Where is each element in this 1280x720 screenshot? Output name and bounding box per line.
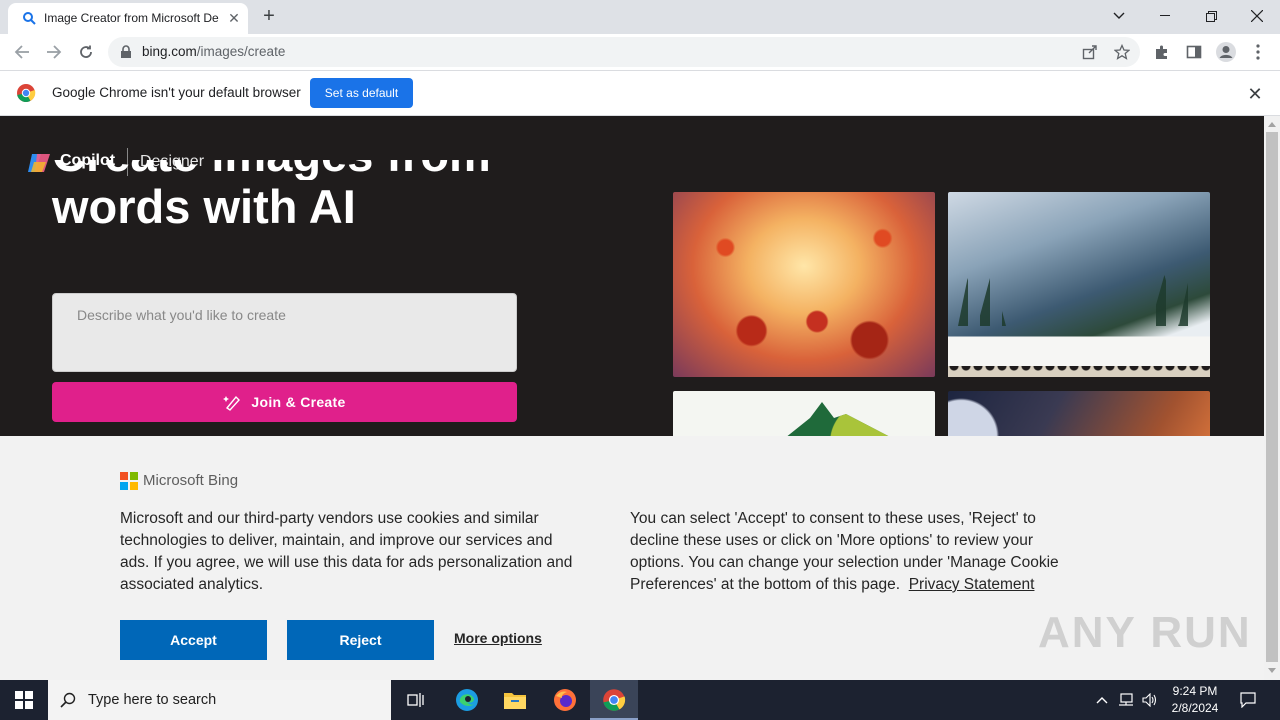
taskbar-file-explorer[interactable] (491, 680, 539, 720)
example-image-snowy-village[interactable] (948, 192, 1210, 377)
chevron-down-icon (1113, 12, 1125, 19)
join-create-button[interactable]: Join & Create (52, 382, 517, 422)
edge-icon (456, 689, 478, 711)
search-icon (23, 12, 36, 25)
scrollbar-thumb[interactable] (1266, 132, 1278, 662)
bookmark-star-icon[interactable] (1114, 44, 1130, 60)
minimize-icon (1160, 15, 1170, 16)
clock-time[interactable]: 9:24 PM (1160, 684, 1230, 698)
arrow-left-icon (14, 45, 29, 59)
prompt-input[interactable]: Describe what you'd like to create (52, 293, 517, 372)
reject-button[interactable]: Reject (287, 620, 434, 660)
search-icon (60, 692, 76, 708)
accept-button[interactable]: Accept (120, 620, 267, 660)
lock-icon (121, 45, 131, 58)
chrome-logo-icon (17, 84, 36, 103)
menu-button[interactable] (1244, 38, 1272, 66)
join-create-label: Join & Create (251, 394, 346, 410)
arrow-right-icon (47, 45, 62, 59)
tab-search-button[interactable] (1096, 0, 1142, 32)
task-view-icon (407, 693, 424, 707)
sparkle-brush-icon (223, 395, 241, 411)
example-image-lanterns[interactable] (673, 192, 935, 377)
taskbar-edge[interactable] (443, 680, 491, 720)
taskbar-chrome[interactable] (590, 680, 638, 720)
chevron-up-icon (1096, 697, 1108, 704)
extensions-button[interactable] (1148, 38, 1176, 66)
privacy-statement-link[interactable]: Privacy Statement (909, 576, 1035, 593)
page-title: Create images from words with AI (52, 160, 592, 236)
url-text: bing.com/images/create (142, 44, 286, 59)
microsoft-logo-icon (120, 472, 138, 490)
cookie-description: Microsoft and our third-party vendors us… (120, 510, 573, 593)
profile-button[interactable] (1212, 38, 1240, 66)
page-title-line1: Create images from (52, 160, 592, 180)
network-button[interactable] (1116, 690, 1136, 710)
task-view-button[interactable] (392, 680, 440, 720)
restore-icon (1205, 10, 1217, 22)
reload-button[interactable] (72, 38, 100, 66)
share-icon[interactable] (1082, 44, 1098, 60)
tab-title: Image Creator from Microsoft De (44, 11, 219, 25)
example-image-space[interactable] (948, 391, 1210, 441)
scroll-up-icon[interactable] (1268, 122, 1276, 127)
taskbar-search-box[interactable]: Type here to search (48, 680, 391, 720)
stamp-edge-decoration (948, 366, 1210, 377)
start-button[interactable] (0, 680, 48, 720)
notifications-button[interactable] (1238, 690, 1258, 710)
close-window-button[interactable] (1234, 0, 1280, 32)
side-panel-button[interactable] (1180, 38, 1208, 66)
folder-icon (504, 693, 526, 709)
speaker-icon (1142, 693, 1157, 707)
volume-button[interactable] (1140, 690, 1160, 710)
restore-button[interactable] (1188, 0, 1234, 32)
cookie-options-text: You can select 'Accept' to consent to th… (630, 510, 1059, 593)
show-hidden-icons-button[interactable] (1092, 690, 1112, 710)
default-browser-infobar: Google Chrome isn't your default browser… (0, 71, 1280, 116)
windows-taskbar: Type here to search 9:24 PM 2/8/2024 (0, 680, 1280, 720)
anyrun-watermark: ANY RUN (1038, 608, 1252, 657)
minimize-button[interactable] (1142, 0, 1188, 32)
set-default-button[interactable]: Set as default (310, 78, 413, 108)
avatar-icon (1216, 42, 1236, 62)
reload-icon (80, 45, 92, 58)
puzzle-icon (1156, 45, 1167, 59)
browser-tab[interactable]: Image Creator from Microsoft De ✕ (8, 3, 248, 34)
taskbar-firefox[interactable] (541, 680, 589, 720)
side-panel-icon (1186, 45, 1202, 59)
page-title-line2: words with AI (52, 180, 356, 233)
back-button[interactable] (8, 38, 36, 66)
infobar-close-icon[interactable]: ✕ (1244, 83, 1266, 105)
kebab-menu-icon (1256, 44, 1260, 60)
company-name: Microsoft Bing (143, 472, 239, 489)
firefox-icon (554, 689, 576, 711)
network-icon (1119, 693, 1133, 706)
close-tab-icon[interactable]: ✕ (224, 8, 244, 28)
address-bar[interactable]: bing.com/images/create (108, 37, 1140, 67)
forward-button[interactable] (40, 38, 68, 66)
browser-toolbar: bing.com/images/create (0, 34, 1280, 71)
notification-icon (1240, 692, 1256, 708)
taskbar-search-placeholder: Type here to search (88, 692, 217, 708)
infobar-message: Google Chrome isn't your default browser (52, 85, 301, 100)
prompt-placeholder: Describe what you'd like to create (77, 307, 286, 323)
more-options-link[interactable]: More options (454, 630, 542, 646)
new-tab-button[interactable]: + (258, 6, 280, 28)
tab-strip: Image Creator from Microsoft De ✕ + (0, 0, 1280, 34)
chrome-icon (603, 689, 626, 711)
copilot-logo-icon (28, 154, 50, 172)
close-icon (1251, 10, 1263, 22)
clock-date[interactable]: 2/8/2024 (1160, 701, 1230, 715)
scroll-down-icon[interactable] (1268, 668, 1276, 673)
cookie-consent-banner: Microsoft Bing Microsoft and our third-p… (0, 436, 1264, 680)
windows-logo-icon (15, 691, 33, 709)
